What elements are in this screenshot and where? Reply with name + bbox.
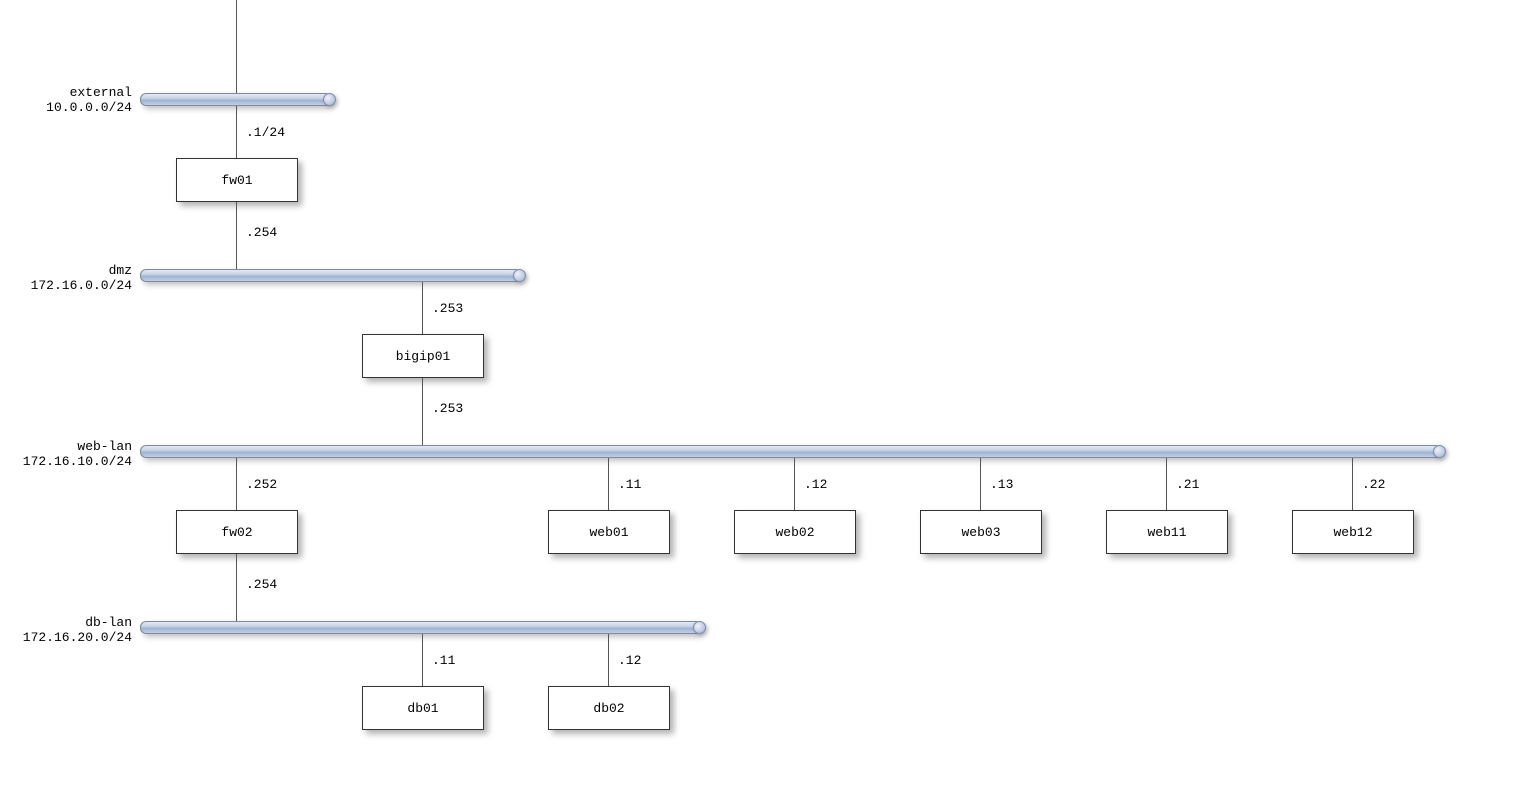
node-label: web02 [775, 525, 814, 540]
connector-line [608, 458, 609, 510]
bus-label-dmz: dmz 172.16.0.0/24 [31, 263, 132, 293]
node-label: fw01 [221, 173, 252, 188]
node-web03: web03 [920, 510, 1042, 554]
connector-line [236, 554, 237, 621]
ip-label: .253 [432, 301, 463, 316]
bus-weblan [140, 445, 1442, 458]
node-label: web12 [1333, 525, 1372, 540]
connector-line [422, 634, 423, 686]
bus-name: external [46, 85, 132, 100]
node-bigip01: bigip01 [362, 334, 484, 378]
node-web12: web12 [1292, 510, 1414, 554]
connector-line [980, 458, 981, 510]
node-db01: db01 [362, 686, 484, 730]
bus-label-weblan: web-lan 172.16.10.0/24 [23, 439, 132, 469]
bus-dmz [140, 269, 522, 282]
bus-label-dblan: db-lan 172.16.20.0/24 [23, 615, 132, 645]
node-label: bigip01 [396, 349, 451, 364]
node-db02: db02 [548, 686, 670, 730]
bus-cidr: 172.16.10.0/24 [23, 454, 132, 469]
ip-label: .252 [246, 477, 277, 492]
bus-label-external: external 10.0.0.0/24 [46, 85, 132, 115]
ip-label: .13 [990, 477, 1013, 492]
bus-cap-icon [693, 621, 706, 634]
ip-label: .11 [432, 653, 455, 668]
node-label: web03 [961, 525, 1000, 540]
connector-line [1166, 458, 1167, 510]
ip-label: .21 [1176, 477, 1199, 492]
node-fw01: fw01 [176, 158, 298, 202]
ip-label: .254 [246, 577, 277, 592]
bus-name: db-lan [23, 615, 132, 630]
node-fw02: fw02 [176, 510, 298, 554]
ip-label: .22 [1362, 477, 1385, 492]
bus-cidr: 10.0.0.0/24 [46, 100, 132, 115]
connector-line [422, 378, 423, 445]
connector-line [794, 458, 795, 510]
node-label: db02 [593, 701, 624, 716]
bus-external [140, 93, 332, 106]
connector-line [236, 0, 237, 93]
ip-label: .12 [618, 653, 641, 668]
bus-name: dmz [31, 263, 132, 278]
bus-cidr: 172.16.0.0/24 [31, 278, 132, 293]
node-web02: web02 [734, 510, 856, 554]
bus-name: web-lan [23, 439, 132, 454]
ip-label: .1/24 [246, 125, 285, 140]
bus-cap-icon [1433, 445, 1446, 458]
node-label: fw02 [221, 525, 252, 540]
node-web01: web01 [548, 510, 670, 554]
ip-label: .254 [246, 225, 277, 240]
bus-cidr: 172.16.20.0/24 [23, 630, 132, 645]
ip-label: .11 [618, 477, 641, 492]
node-web11: web11 [1106, 510, 1228, 554]
connector-line [1352, 458, 1353, 510]
node-label: db01 [407, 701, 438, 716]
node-label: web01 [589, 525, 628, 540]
ip-label: .12 [804, 477, 827, 492]
ip-label: .253 [432, 401, 463, 416]
connector-line [608, 634, 609, 686]
connector-line [236, 202, 237, 269]
connector-line [236, 106, 237, 158]
bus-dblan [140, 621, 702, 634]
connector-line [422, 282, 423, 334]
connector-line [236, 458, 237, 510]
node-label: web11 [1147, 525, 1186, 540]
bus-cap-icon [513, 269, 526, 282]
network-diagram: external 10.0.0.0/24 .1/24 fw01 .254 dmz… [0, 0, 1527, 787]
bus-cap-icon [323, 93, 336, 106]
